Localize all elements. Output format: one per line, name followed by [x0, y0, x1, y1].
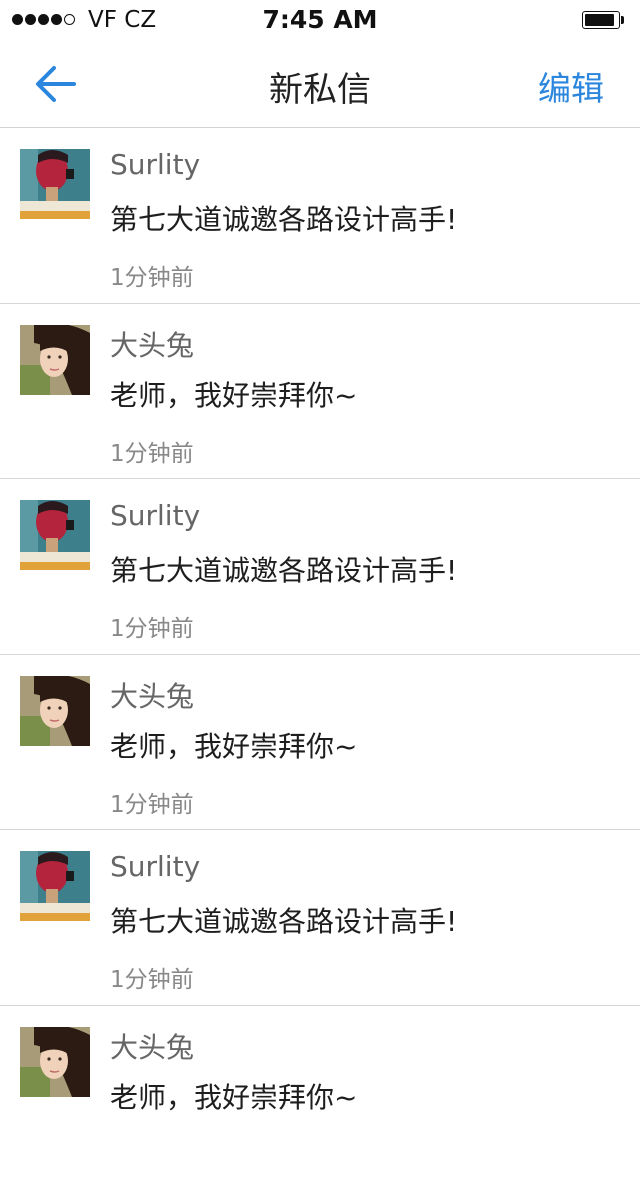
avatar — [20, 500, 90, 570]
message-time: 1分钟前 — [110, 785, 194, 819]
message-text: 老师，我好崇拜你~ — [110, 725, 357, 765]
sender-name: Surlity — [110, 148, 200, 181]
message-list: Surlity 第七大道诚邀各路设计高手! 1分钟前 大头兔 老师，我好崇拜你~… — [0, 128, 640, 1181]
message-text: 第七大道诚邀各路设计高手! — [110, 549, 457, 589]
sender-name: 大头兔 — [110, 675, 194, 715]
message-item[interactable]: Surlity 第七大道诚邀各路设计高手! 1分钟前 — [0, 830, 640, 1006]
sender-name: 大头兔 — [110, 324, 194, 364]
sender-name: Surlity — [110, 850, 200, 883]
avatar — [20, 149, 90, 219]
avatar — [20, 851, 90, 921]
avatar — [20, 1027, 90, 1097]
message-text: 第七大道诚邀各路设计高手! — [110, 900, 457, 940]
navigation-bar: 新私信 编辑 — [0, 40, 640, 128]
status-time: 7:45 AM — [0, 5, 640, 34]
message-text: 老师，我好崇拜你~ — [110, 374, 357, 414]
message-item[interactable]: Surlity 第七大道诚邀各路设计高手! 1分钟前 — [0, 128, 640, 304]
message-item[interactable]: 大头兔 老师，我好崇拜你~ 1分钟前 — [0, 655, 640, 831]
message-item[interactable]: 大头兔 老师，我好崇拜你~ — [0, 1006, 640, 1181]
message-time: 1分钟前 — [110, 960, 194, 994]
sender-name: 大头兔 — [110, 1026, 194, 1066]
sender-name: Surlity — [110, 499, 200, 532]
message-item[interactable]: 大头兔 老师，我好崇拜你~ 1分钟前 — [0, 304, 640, 480]
avatar — [20, 325, 90, 395]
edit-button[interactable]: 编辑 — [538, 62, 604, 110]
avatar — [20, 676, 90, 746]
message-text: 老师，我好崇拜你~ — [110, 1076, 357, 1116]
message-time: 1分钟前 — [110, 434, 194, 468]
message-text: 第七大道诚邀各路设计高手! — [110, 198, 457, 238]
battery-icon — [582, 11, 626, 29]
message-time: 1分钟前 — [110, 609, 194, 643]
message-time: 1分钟前 — [110, 258, 194, 292]
status-bar: VF CZ 7:45 AM — [0, 0, 640, 40]
message-item[interactable]: Surlity 第七大道诚邀各路设计高手! 1分钟前 — [0, 479, 640, 655]
